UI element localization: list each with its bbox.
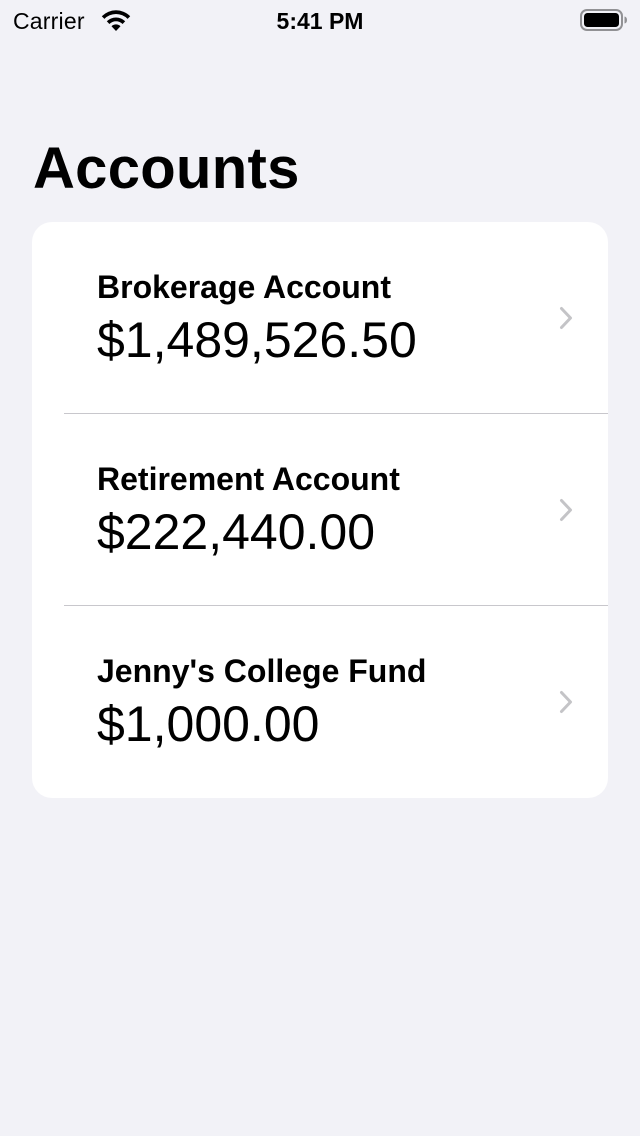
status-time: 5:41 PM (276, 8, 364, 34)
account-row-retirement[interactable]: Retirement Account $222,440.00 (32, 414, 608, 606)
account-balance: $222,440.00 (97, 504, 376, 560)
account-row-brokerage[interactable]: Brokerage Account $1,489,526.50 (32, 222, 608, 414)
chevron-right-icon (560, 307, 572, 329)
accounts-list: Brokerage Account $1,489,526.50 Retireme… (32, 222, 608, 798)
status-bar: Carrier 5:41 PM (0, 0, 640, 40)
page-title: Accounts (33, 136, 300, 201)
account-row-college-fund[interactable]: Jenny's College Fund $1,000.00 (32, 606, 608, 798)
chevron-right-icon (560, 499, 572, 521)
account-name: Brokerage Account (97, 269, 391, 305)
account-name: Jenny's College Fund (97, 653, 427, 689)
chevron-right-icon (560, 691, 572, 713)
battery-icon (580, 9, 627, 31)
account-balance: $1,489,526.50 (97, 312, 417, 368)
account-name: Retirement Account (97, 461, 400, 497)
account-balance: $1,000.00 (97, 696, 320, 752)
